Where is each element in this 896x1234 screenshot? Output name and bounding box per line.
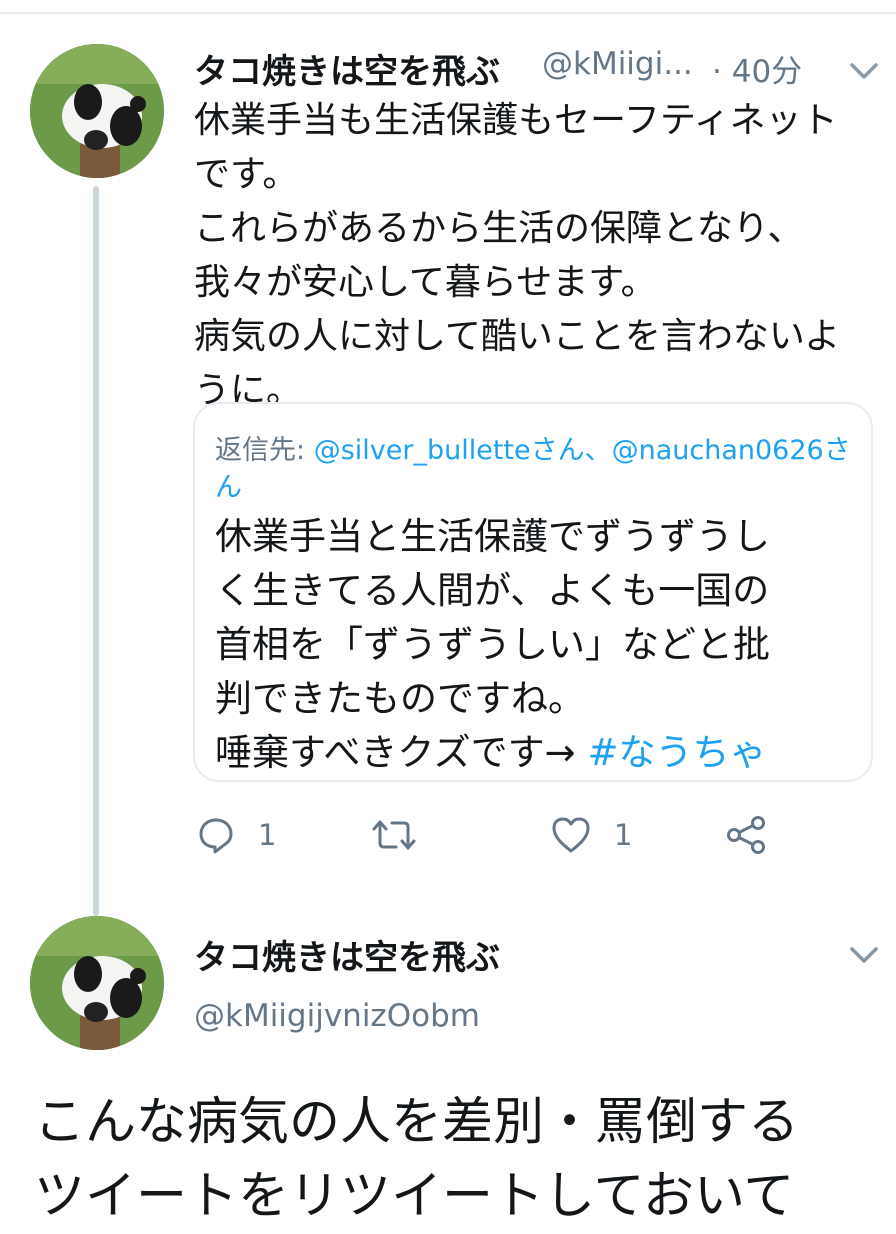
separator: · — [712, 54, 722, 90]
quoted-text: 休業手当と生活保護でずうずうし く生きてる人間が、よくも一国の 首相を「ずうずう… — [215, 510, 865, 780]
reply-count: 1 — [258, 818, 277, 852]
quoted-tweet[interactable]: 返信先: @silver_bulletteさん、@nauchan0626さん 休… — [193, 402, 873, 782]
hashtag-link[interactable]: #なうちゃ — [587, 731, 766, 774]
time-text: 40分 — [731, 54, 803, 90]
avatar[interactable] — [30, 916, 164, 1050]
avatar[interactable] — [30, 44, 164, 178]
retweet-icon — [372, 820, 416, 850]
heart-icon — [552, 817, 590, 853]
timestamp[interactable]: · 40分 — [712, 46, 802, 91]
display-name[interactable]: タコ焼きは空を飛ぶ — [194, 930, 500, 979]
retweet-button[interactable] — [370, 812, 440, 858]
user-handle[interactable]: @kMiigi... — [542, 46, 693, 82]
reply-context: 返信先: @silver_bulletteさん、@nauchan0626さん — [215, 432, 855, 506]
chevron-down-icon — [850, 947, 878, 963]
reply-separator: 、 — [584, 435, 612, 466]
share-button[interactable] — [724, 812, 768, 858]
menu-button[interactable] — [844, 940, 884, 970]
user-handle[interactable]: @kMiigijvnizOobm — [194, 998, 480, 1034]
menu-button[interactable] — [844, 56, 884, 86]
share-icon — [727, 816, 765, 854]
like-count: 1 — [614, 818, 633, 852]
reply-prefix: 返信先: — [215, 435, 314, 466]
tweet-text: こんな病気の人を差別・罵倒する ツイートをリツイートしておいて — [34, 1093, 800, 1226]
top-divider — [0, 12, 896, 14]
reply-user-link[interactable]: @silver_bulletteさん — [314, 435, 585, 466]
tweet-text: 休業手当も生活保護もセーフティネット です。 これらがあるから生活の保障となり、… — [194, 100, 841, 411]
reply-button[interactable]: 1 — [196, 812, 276, 858]
like-button[interactable]: 1 — [550, 812, 632, 858]
panda-avatar-icon — [30, 916, 164, 1050]
panda-avatar-icon — [30, 44, 164, 178]
thread-line — [93, 186, 99, 916]
reply-icon — [199, 818, 233, 854]
display-name[interactable]: タコ焼きは空を飛ぶ — [194, 44, 500, 93]
chevron-down-icon — [850, 63, 878, 79]
